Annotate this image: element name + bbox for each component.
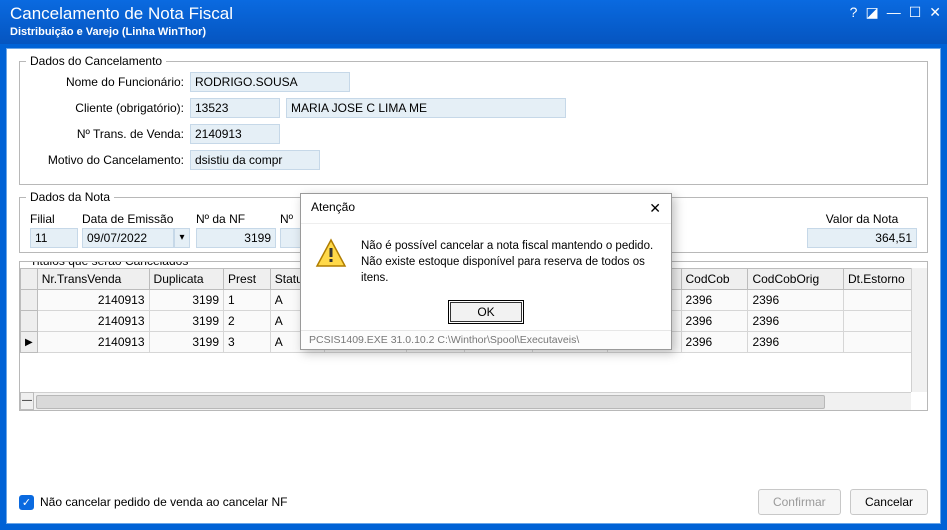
confirmar-button[interactable]: Confirmar	[758, 489, 841, 515]
row-indicator: ▶	[21, 332, 38, 353]
cliente-cod-field[interactable]: 13523	[190, 98, 280, 118]
dialog-status: PCSIS1409.EXE 31.0.10.2 C:\Winthor\Spool…	[301, 330, 671, 349]
minimize-icon[interactable]: —	[887, 4, 901, 21]
titlebar: Cancelamento de Nota Fiscal Distribuição…	[0, 0, 947, 44]
filial-field[interactable]	[30, 228, 78, 248]
cell-prest: 3	[224, 332, 271, 353]
row-indicator	[21, 311, 38, 332]
cell-dup: 3199	[149, 311, 224, 332]
tool-icon[interactable]: ◪	[865, 4, 878, 21]
expand-icon[interactable]: —	[20, 392, 34, 410]
nf-field[interactable]	[196, 228, 276, 248]
cell-prest: 1	[224, 290, 271, 311]
dialog-line2: Não existe estoque disponível para reser…	[361, 254, 657, 286]
warning-icon	[315, 238, 347, 270]
help-icon[interactable]: ?	[850, 4, 858, 21]
nao-cancelar-checkbox[interactable]: ✓ Não cancelar pedido de venda ao cancel…	[19, 495, 288, 510]
window-title: Cancelamento de Nota Fiscal	[10, 4, 937, 24]
funcionario-label: Nome do Funcionário:	[30, 75, 190, 89]
row-indicator	[21, 290, 38, 311]
fieldset-cancelamento: Dados do Cancelamento Nome do Funcionári…	[19, 61, 928, 185]
cell-trans: 2140913	[37, 290, 149, 311]
motivo-field[interactable]: dsistiu da compr	[190, 150, 320, 170]
col-trans[interactable]: Nr.TransVenda	[37, 269, 149, 290]
legend-cancelamento: Dados do Cancelamento	[26, 54, 166, 68]
alert-dialog: Atenção ✕ Não é possível cancelar a nota…	[300, 193, 672, 350]
legend-titulos: Titulos que serão Cancelados	[26, 261, 192, 268]
filial-label: Filial	[30, 212, 78, 226]
cancelar-button[interactable]: Cancelar	[850, 489, 928, 515]
dialog-ok-button[interactable]: OK	[450, 302, 521, 322]
dialog-close-icon[interactable]: ✕	[649, 200, 661, 217]
legend-nota: Dados da Nota	[26, 190, 114, 204]
col-codcoborig[interactable]: CodCobOrig	[748, 269, 844, 290]
cliente-nome-field[interactable]: MARIA JOSE C LIMA ME	[286, 98, 566, 118]
cell-trans: 2140913	[37, 311, 149, 332]
cell-codcoborig: 2396	[748, 332, 844, 353]
chevron-down-icon[interactable]: ▾	[174, 228, 190, 248]
dialog-title: Atenção	[311, 200, 355, 217]
cell-trans: 2140913	[37, 332, 149, 353]
horizontal-scrollbar[interactable]	[34, 392, 911, 410]
valor-nota-field[interactable]	[807, 228, 917, 248]
vertical-scrollbar[interactable]	[911, 268, 927, 392]
motivo-label: Motivo do Cancelamento:	[30, 153, 190, 167]
col-selector	[21, 269, 38, 290]
cell-prest: 2	[224, 311, 271, 332]
col-codcob[interactable]: CodCob	[681, 269, 748, 290]
trans-label: Nº Trans. de Venda:	[30, 127, 190, 141]
close-icon[interactable]: ✕	[929, 4, 941, 21]
dialog-line1: Não é possível cancelar a nota fiscal ma…	[361, 238, 657, 254]
check-icon: ✓	[19, 495, 34, 510]
cell-codcoborig: 2396	[748, 311, 844, 332]
data-label: Data de Emissão	[82, 212, 192, 226]
valor-nota-label: Valor da Nota	[807, 212, 917, 226]
col-prest[interactable]: Prest	[224, 269, 271, 290]
trans-field[interactable]: 2140913	[190, 124, 280, 144]
cell-codcoborig: 2396	[748, 290, 844, 311]
funcionario-field[interactable]: RODRIGO.SOUSA	[190, 72, 350, 92]
cell-codcob: 2396	[681, 311, 748, 332]
cell-codcob: 2396	[681, 290, 748, 311]
col-dup[interactable]: Duplicata	[149, 269, 224, 290]
window-subtitle: Distribuição e Varejo (Linha WinThor)	[10, 26, 937, 38]
cliente-label: Cliente (obrigatório):	[30, 101, 190, 115]
cell-codcob: 2396	[681, 332, 748, 353]
cell-dup: 3199	[149, 290, 224, 311]
footer-bar: ✓ Não cancelar pedido de venda ao cancel…	[7, 481, 940, 523]
maximize-icon[interactable]: ☐	[909, 4, 922, 21]
checkbox-label: Não cancelar pedido de venda ao cancelar…	[40, 495, 288, 509]
nf-label: Nº da NF	[196, 212, 276, 226]
cell-dup: 3199	[149, 332, 224, 353]
data-field[interactable]	[82, 228, 174, 248]
